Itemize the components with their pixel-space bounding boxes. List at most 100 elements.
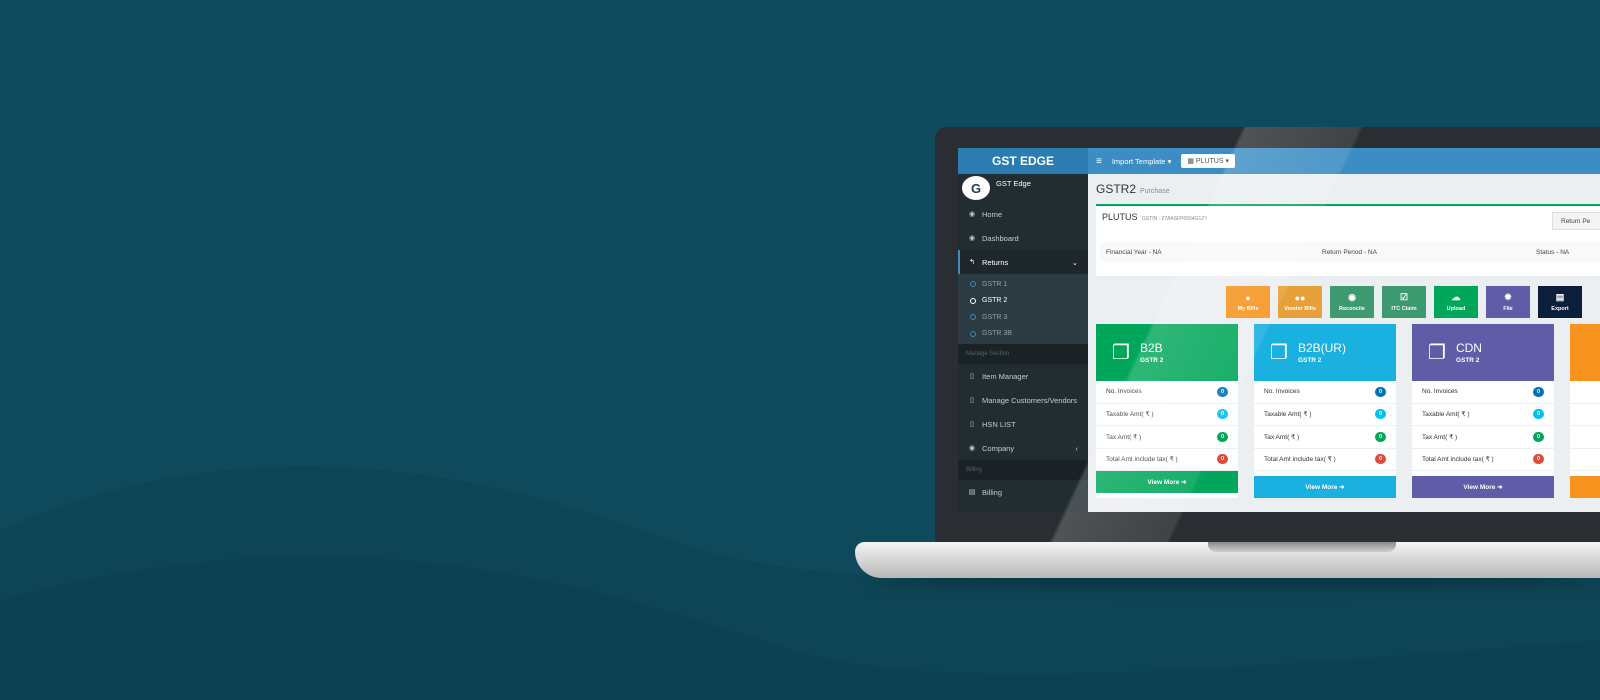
- sidebar-item-label: GSTR 2: [982, 297, 1008, 305]
- sidebar-item-gstr2[interactable]: GSTR 2: [958, 293, 1088, 310]
- row-label: No. Invoices: [1106, 388, 1142, 396]
- sidebar-item-gstr3[interactable]: GSTR 3: [958, 309, 1088, 326]
- sidebar-item-label: Manage Customers/Vendors: [982, 395, 1078, 405]
- button-label: ITC Claim: [1391, 306, 1417, 312]
- hamburger-icon[interactable]: ≡: [1096, 156, 1102, 167]
- card-header: ❐ CDN GSTR 2: [1412, 324, 1554, 381]
- count-badge: 0: [1217, 431, 1228, 442]
- row-label: Taxable Amt( ₹ ): [1264, 411, 1312, 419]
- section-header-billing: Billing: [958, 460, 1088, 480]
- card-row: Taxable Amt( ₹ ) 0: [1096, 404, 1238, 426]
- file-export-icon: ▤: [1555, 292, 1565, 302]
- view-more-button[interactable]: [1570, 476, 1600, 498]
- reconcile-button[interactable]: ◉ Reconcile: [1330, 286, 1374, 318]
- action-bar: ● My Bills ●● Vendor Bills ◉ Reconcile ☑…: [1226, 286, 1582, 318]
- row-label: Total Amt include tax( ₹ ): [1422, 456, 1494, 464]
- count-badge: 0: [1217, 386, 1228, 397]
- sidebar-item-billing[interactable]: ▤ Billing: [958, 480, 1088, 504]
- status-label: Status - NA: [1536, 248, 1570, 256]
- count-badge: 0: [1375, 386, 1386, 397]
- row-label: Tax Amt( ₹ ): [1106, 433, 1142, 441]
- my-bills-button[interactable]: ● My Bills: [1226, 286, 1270, 318]
- sidebar-item-label: Company: [982, 443, 1015, 453]
- card-b2b: ❐ B2B GSTR 2 No. Invoices 0 Taxable Amt( …: [1096, 324, 1238, 498]
- reply-icon: ↰: [969, 259, 975, 266]
- upload-button[interactable]: ☁ Upload: [1434, 286, 1478, 318]
- app-screen: GST EDGE ≡ Import Template ▾ ▦ PLUTUS ▾ …: [958, 148, 1600, 512]
- sidebar-item-dashboard[interactable]: ◉ Dashboard: [958, 226, 1088, 250]
- chevron-down-icon: ⌄: [1071, 257, 1078, 267]
- card-subtitle: GSTR 2: [1455, 357, 1480, 364]
- sidebar-item-gstr1[interactable]: GSTR 1: [958, 276, 1088, 293]
- sidebar-item-label: Returns: [982, 257, 1009, 267]
- cloud-upload-icon: ☁: [1451, 292, 1461, 302]
- laptop-notch: [1208, 542, 1396, 552]
- button-label: Reconcile: [1339, 306, 1365, 312]
- summary-cards: ❐ B2B GSTR 2 No. Invoices 0 Taxable Amt( …: [1096, 324, 1600, 498]
- card-partial: [1570, 324, 1600, 498]
- row-label: Total Amt include tax( ₹ ): [1264, 456, 1336, 464]
- sidebar-item-gstr3b[interactable]: GSTR 3B: [958, 326, 1088, 343]
- user-icon: ●: [1245, 292, 1251, 303]
- sidebar-item-label: Dashboard: [982, 233, 1019, 243]
- company-name: PLUTUS GSTIN : 27AASFP6504G1ZY: [1102, 212, 1208, 222]
- gear-icon: ✹: [1504, 292, 1512, 302]
- card-subtitle: GSTR 2: [1139, 357, 1164, 364]
- card-b2b-ur: ❐ B2B(UR) GSTR 2 No. Invoices 0 Taxable A…: [1254, 324, 1396, 498]
- gstin-label: GSTIN : 27AASFP6504G1ZY: [1142, 216, 1208, 222]
- card-row: Total Amt include tax( ₹ ) 0: [1412, 449, 1554, 471]
- copy-icon: ❐: [1112, 342, 1130, 364]
- card-title: B2B(UR): [1297, 341, 1346, 355]
- sidebar-item-label: GSTR 3: [982, 313, 1008, 321]
- row-label: No. Invoices: [1264, 388, 1300, 396]
- card-title: CDN: [1455, 341, 1482, 355]
- card-row: Taxable Amt( ₹ ) 0: [1254, 404, 1396, 426]
- return-meta-row: Financial Year - NA Return Period - NA S…: [1100, 242, 1600, 262]
- count-badge: 0: [1533, 409, 1544, 420]
- sidebar-item-company[interactable]: ◉ Company ‹: [958, 436, 1088, 460]
- company-select[interactable]: ▦ PLUTUS ▾: [1181, 154, 1235, 168]
- sidebar-item-home[interactable]: ◉ Home: [958, 202, 1088, 226]
- copy-icon: ❐: [1270, 342, 1288, 364]
- company-name-text: PLUTUS: [1102, 212, 1138, 222]
- section-header-manage: Manage Section: [958, 344, 1088, 364]
- return-period-button[interactable]: Return Pe: [1552, 212, 1600, 230]
- row-label: No. Invoices: [1422, 388, 1458, 396]
- button-label: Vendor Bills: [1284, 305, 1316, 312]
- sidebar-item-customers-vendors[interactable]: ▯ Manage Customers/Vendors: [958, 388, 1088, 412]
- return-period: Return Period - NA: [1322, 248, 1377, 256]
- card-row: [1570, 449, 1600, 471]
- dashboard-icon: ◉: [968, 211, 976, 218]
- check-square-icon: ☑: [1399, 292, 1409, 302]
- circle-icon: [970, 314, 976, 321]
- dashboard-icon: ◉: [968, 445, 976, 452]
- count-badge: 0: [1375, 409, 1386, 420]
- user-name: GST Edge: [996, 178, 1031, 188]
- brand-logo[interactable]: GST EDGE: [958, 148, 1088, 174]
- sidebar-item-label: GSTR 3B: [982, 330, 1012, 338]
- button-label: File: [1503, 306, 1513, 312]
- circle-icon: [970, 281, 976, 288]
- file-button[interactable]: ✹ File: [1486, 286, 1530, 318]
- card-header: ❐ B2B GSTR 2: [1096, 324, 1238, 381]
- money-icon: ▤: [968, 489, 976, 496]
- view-more-button[interactable]: View More ➜: [1096, 471, 1238, 493]
- circle-icon: [970, 297, 976, 304]
- card-header: ❐ B2B(UR) GSTR 2: [1254, 324, 1396, 381]
- returns-submenu: GSTR 1 GSTR 2 GSTR 3 GSTR 3B: [958, 274, 1088, 344]
- sidebar-item-item-manager[interactable]: ▯ Item Manager: [958, 364, 1088, 388]
- view-more-button[interactable]: View More ➜: [1254, 476, 1396, 498]
- sidebar-item-hsn-list[interactable]: ▯ HSN LIST: [958, 412, 1088, 436]
- import-template-menu[interactable]: Import Template ▾: [1112, 157, 1171, 166]
- vendor-bills-button[interactable]: ●● Vendor Bills: [1278, 286, 1322, 318]
- export-button[interactable]: ▤ Export: [1538, 286, 1582, 318]
- page-title: GSTR2 Purchase: [1096, 182, 1170, 196]
- count-badge: 0: [1533, 454, 1544, 465]
- avatar: G: [962, 176, 990, 200]
- sidebar-item-returns[interactable]: ↰ Returns ⌄: [958, 250, 1088, 274]
- itc-claim-button[interactable]: ☑ ITC Claim: [1382, 286, 1426, 318]
- chevron-left-icon: ‹: [1075, 443, 1079, 453]
- sidebar-item-label: GSTR 1: [982, 280, 1008, 288]
- sidebar-item-label: Billing: [982, 487, 1003, 497]
- view-more-button[interactable]: View More ➜: [1412, 476, 1554, 498]
